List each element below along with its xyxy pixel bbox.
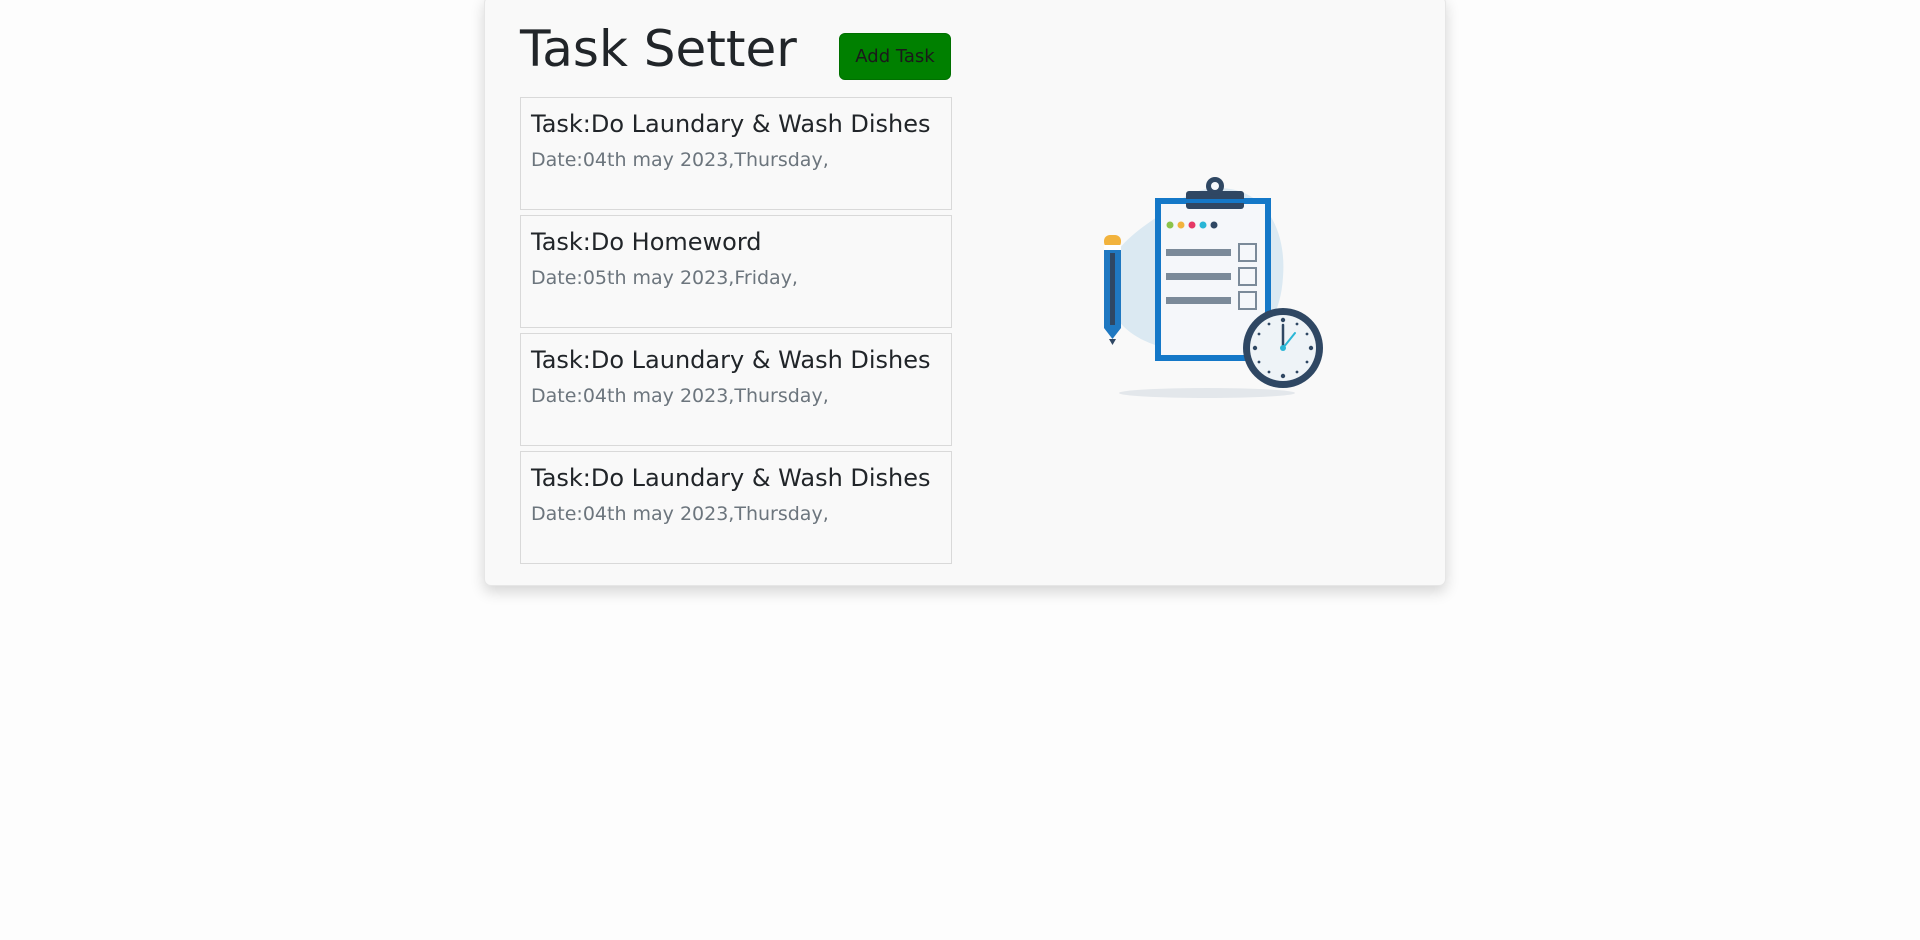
task-list: Task:Do Laundary & Wash Dishes Date:04th… [520,97,952,569]
task-title: Task:Do Laundary & Wash Dishes [531,346,931,374]
illustration-shadow [1119,388,1295,398]
task-date: Date:04th may 2023,Thursday, [531,385,829,407]
add-task-button[interactable]: Add Task [839,33,951,80]
task-item[interactable]: Task:Do Laundary & Wash Dishes Date:04th… [520,97,952,210]
pencil-icon [1104,235,1121,345]
task-date: Date:04th may 2023,Thursday, [531,503,829,525]
clock-icon [1243,308,1323,388]
task-item[interactable]: Task:Do Laundary & Wash Dishes Date:04th… [520,451,952,564]
clipboard-checklist-clock-icon [1104,177,1323,398]
page-title: Task Setter [520,20,797,78]
task-title: Task:Do Laundary & Wash Dishes [531,464,931,492]
task-date: Date:05th may 2023,Friday, [531,267,798,289]
task-date: Date:04th may 2023,Thursday, [531,149,829,171]
task-title: Task:Do Laundary & Wash Dishes [531,110,931,138]
task-card: Task Setter Add Task Task:Do Laundary & … [484,0,1446,586]
task-item[interactable]: Task:Do Homeword Date:05th may 2023,Frid… [520,215,952,328]
task-item[interactable]: Task:Do Laundary & Wash Dishes Date:04th… [520,333,952,446]
task-title: Task:Do Homeword [531,228,762,256]
